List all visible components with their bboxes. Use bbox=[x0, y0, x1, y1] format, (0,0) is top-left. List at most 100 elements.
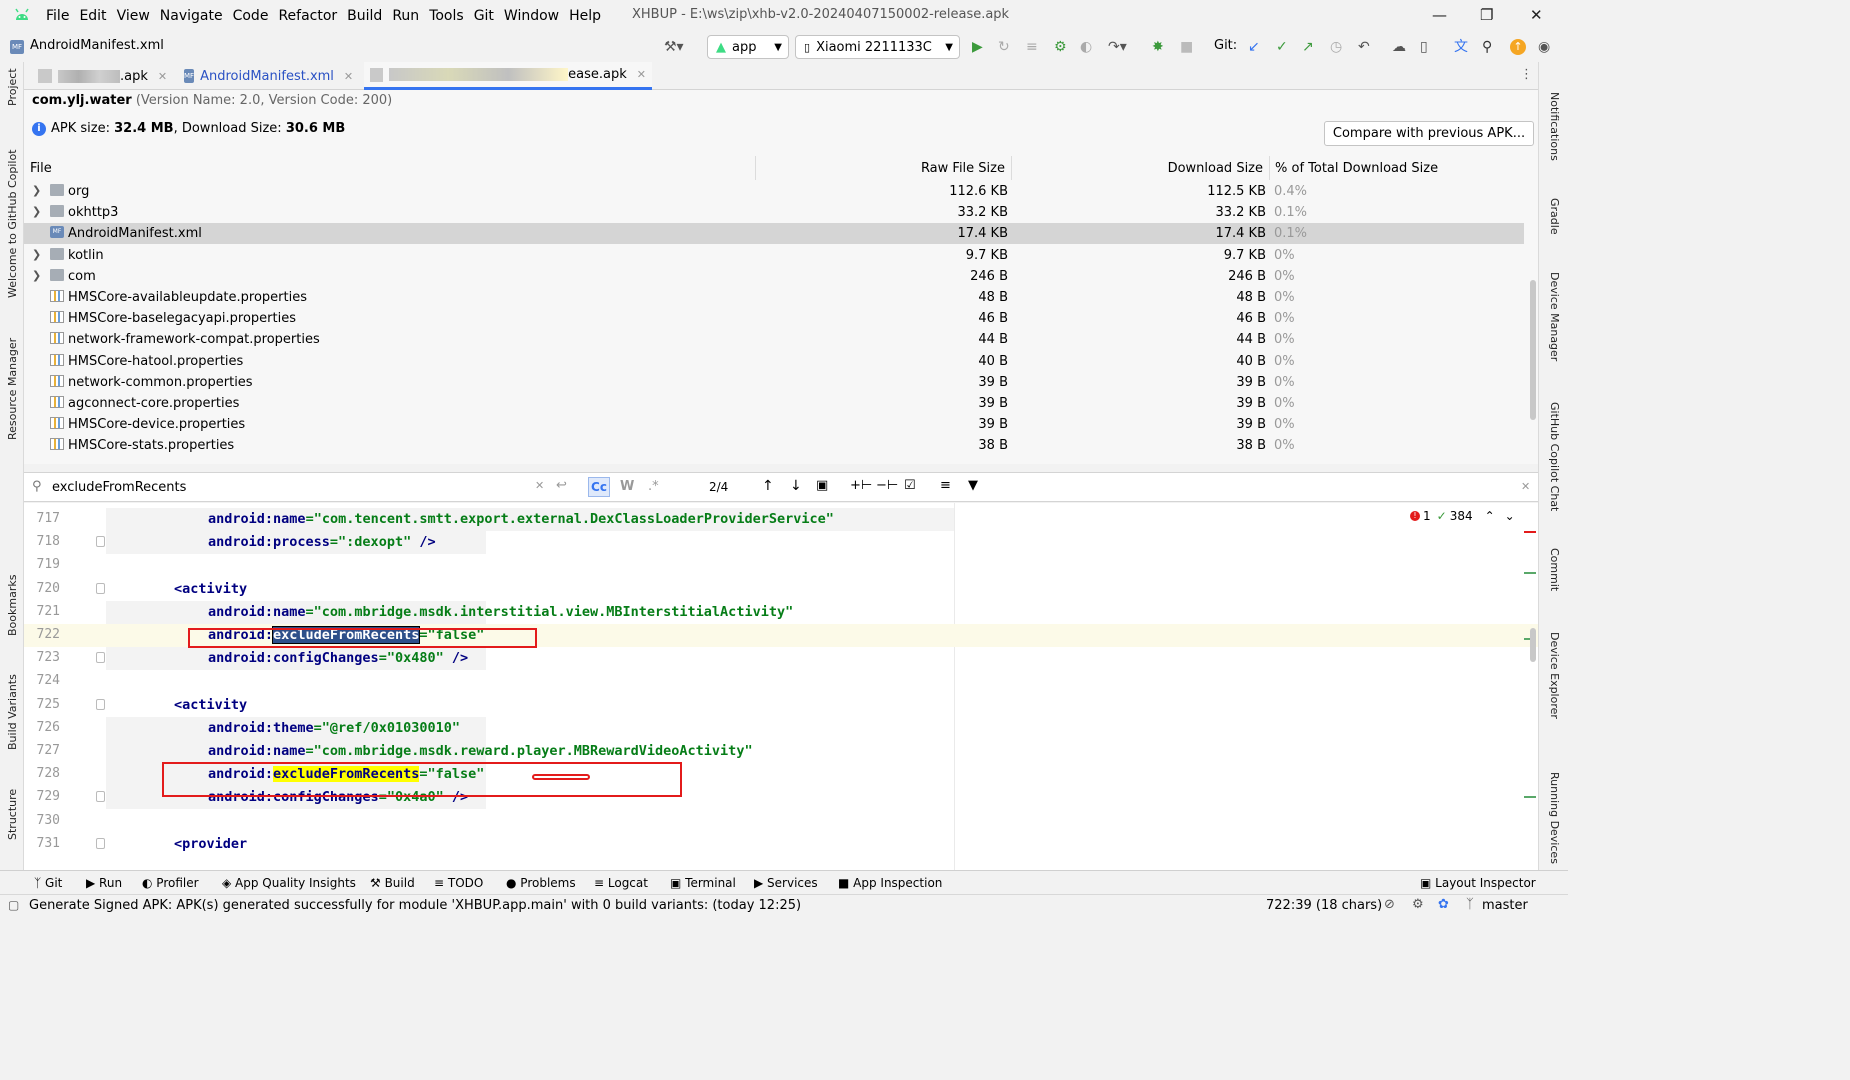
tool-welcome-copilot[interactable]: Welcome to GitHub Copilot bbox=[6, 149, 19, 298]
status-message[interactable]: Generate Signed APK: APK(s) generated su… bbox=[29, 898, 801, 913]
code-line[interactable]: 723 android:configChanges="0x480" /> bbox=[24, 647, 1538, 671]
paw-icon[interactable]: ✿ bbox=[1438, 897, 1449, 912]
menu-code[interactable]: Code bbox=[233, 8, 269, 24]
tool-services[interactable]: ▶ Services bbox=[754, 876, 818, 890]
select-all-occurrences-icon[interactable]: ☑ bbox=[904, 478, 916, 493]
menu-run[interactable]: Run bbox=[392, 8, 419, 24]
whole-word-toggle[interactable]: W bbox=[620, 479, 634, 494]
stop-icon[interactable]: ■ bbox=[1180, 39, 1193, 55]
tool-copilot-chat[interactable]: GitHub Copilot Chat bbox=[1548, 402, 1561, 511]
col-header-download[interactable]: Download Size bbox=[1012, 156, 1270, 180]
code-line[interactable]: 725 <activity bbox=[24, 694, 1538, 717]
table-row[interactable]: HMSCore-device.properties 39 B 39 B 0% bbox=[24, 414, 1524, 435]
minimize-icon[interactable]: — bbox=[1432, 6, 1447, 24]
menu-edit[interactable]: Edit bbox=[79, 8, 106, 24]
tool-project[interactable]: Project bbox=[6, 68, 19, 106]
tool-resource-manager[interactable]: Resource Manager bbox=[6, 338, 19, 440]
run-config-select[interactable]: ▲ app ▼ bbox=[707, 35, 789, 59]
editor-scrollbar[interactable] bbox=[1530, 628, 1536, 662]
col-header-file[interactable]: File bbox=[24, 156, 756, 180]
next-match-icon[interactable]: ↓ bbox=[790, 478, 802, 494]
table-row[interactable]: ❯ kotlin 9.7 KB 9.7 KB 0% bbox=[24, 245, 1524, 266]
table-row[interactable]: agconnect-core.properties 39 B 39 B 0% bbox=[24, 393, 1524, 414]
tool-bookmarks[interactable]: Bookmarks bbox=[6, 575, 19, 636]
hammer-dropdown-icon[interactable]: ⚒▾ bbox=[664, 39, 684, 55]
git-sync-icon[interactable]: ⚙ bbox=[1412, 897, 1424, 912]
readonly-lock-icon[interactable]: ⊘ bbox=[1384, 897, 1395, 912]
update-icon[interactable]: ↑ bbox=[1510, 39, 1526, 55]
tool-device-explorer[interactable]: Device Explorer bbox=[1548, 632, 1561, 719]
add-occurrence-icon[interactable]: +⊢ bbox=[850, 478, 872, 493]
close-tab-icon[interactable]: ✕ bbox=[158, 70, 167, 83]
tool-run[interactable]: ▶ Run bbox=[86, 876, 122, 890]
tool-structure[interactable]: Structure bbox=[6, 789, 19, 840]
menu-help[interactable]: Help bbox=[569, 8, 601, 24]
history-icon[interactable]: ◷ bbox=[1330, 39, 1342, 55]
tool-gradle[interactable]: Gradle bbox=[1548, 198, 1561, 235]
tool-todo[interactable]: ≡ TODO bbox=[434, 876, 483, 890]
menu-navigate[interactable]: Navigate bbox=[160, 8, 223, 24]
search-input[interactable] bbox=[52, 477, 532, 497]
menu-file[interactable]: File bbox=[46, 8, 69, 24]
table-row[interactable]: MF AndroidManifest.xml 17.4 KB 17.4 KB 0.1% bbox=[24, 223, 1524, 245]
menu-window[interactable]: Window bbox=[504, 8, 559, 24]
run-icon[interactable]: ▶ bbox=[972, 39, 983, 55]
code-line[interactable]: 724 bbox=[24, 670, 1538, 693]
tool-terminal[interactable]: ▣ Terminal bbox=[670, 876, 736, 890]
tab-apk-1[interactable]: .apk ✕ bbox=[32, 62, 174, 90]
tab-release-apk[interactable]: ease.apk ✕ bbox=[364, 62, 652, 90]
code-line[interactable]: 717 android:name="com.tencent.smtt.export… bbox=[24, 508, 1538, 531]
status-panel-icon[interactable]: ▢ bbox=[8, 898, 19, 912]
code-line[interactable]: 718 android:process=":dexopt" /> bbox=[24, 531, 1538, 555]
table-row[interactable]: network-common.properties 39 B 39 B 0% bbox=[24, 372, 1524, 393]
select-all-icon[interactable]: ▣ bbox=[816, 478, 828, 493]
col-header-raw[interactable]: Raw File Size bbox=[756, 156, 1012, 180]
tool-app-quality[interactable]: ◈ App Quality Insights bbox=[222, 876, 356, 890]
fold-marker-icon[interactable] bbox=[96, 536, 105, 548]
table-scrollbar[interactable] bbox=[1530, 280, 1536, 420]
tool-build-variants[interactable]: Build Variants bbox=[6, 674, 19, 750]
rollback-icon[interactable]: ↶ bbox=[1358, 39, 1370, 55]
device-manager-icon[interactable]: ▯ bbox=[1420, 39, 1428, 55]
table-row[interactable]: HMSCore-hatool.properties 40 B 40 B 0% bbox=[24, 351, 1524, 372]
inspection-widget[interactable]: ! 1 ✓ 384 ⌃ ⌄ bbox=[1410, 509, 1515, 523]
table-row[interactable]: HMSCore-availableupdate.properties 48 B 48… bbox=[24, 287, 1524, 308]
tool-app-inspection[interactable]: ■ App Inspection bbox=[838, 876, 942, 890]
tool-build[interactable]: ⚒ Build bbox=[370, 876, 415, 890]
profile-icon[interactable]: ◐ bbox=[1080, 39, 1092, 55]
remove-occurrence-icon[interactable]: −⊢ bbox=[876, 478, 898, 493]
caret-position[interactable]: 722:39 (18 chars) bbox=[1266, 898, 1382, 913]
git-commit-icon[interactable]: ✓ bbox=[1276, 39, 1288, 55]
rerun-icon[interactable]: ↻ bbox=[998, 39, 1010, 55]
filter-icon[interactable]: ▼ bbox=[968, 478, 978, 493]
git-push-icon[interactable]: ↗ bbox=[1302, 39, 1314, 55]
maximize-icon[interactable]: ❐ bbox=[1480, 6, 1493, 24]
code-line[interactable]: 721 android:name="com.mbridge.msdk.inters… bbox=[24, 600, 1538, 624]
new-line-icon[interactable]: ↩ bbox=[556, 478, 567, 493]
fold-marker-icon[interactable] bbox=[96, 582, 105, 594]
table-row[interactable]: ❯ org 112.6 KB 112.5 KB 0.4% bbox=[24, 181, 1524, 202]
close-search-icon[interactable]: ✕ bbox=[1521, 480, 1530, 493]
compare-apk-button[interactable]: Compare with previous APK... bbox=[1324, 121, 1534, 146]
chevron-right-icon[interactable]: ❯ bbox=[32, 248, 41, 261]
git-branch[interactable]: master bbox=[1482, 898, 1528, 913]
previous-match-icon[interactable]: ↑ bbox=[762, 478, 774, 494]
clear-search-icon[interactable]: ✕ bbox=[535, 479, 544, 492]
tool-layout-inspector[interactable]: ▣ Layout Inspector bbox=[1420, 876, 1536, 890]
code-line[interactable]: 726 android:theme="@ref/0x01030010" bbox=[24, 716, 1538, 740]
fold-marker-icon[interactable] bbox=[96, 791, 105, 803]
tool-notifications[interactable]: Notifications bbox=[1548, 92, 1561, 161]
close-icon[interactable]: ✕ bbox=[1530, 6, 1543, 24]
code-line[interactable]: 730 bbox=[24, 810, 1538, 833]
tool-commit[interactable]: Commit bbox=[1548, 548, 1561, 591]
code-editor[interactable]: 717 android:name="com.tencent.smtt.export… bbox=[24, 503, 1538, 870]
table-row[interactable]: ❯ com 246 B 246 B 0% bbox=[24, 266, 1524, 287]
table-row[interactable]: network-framework-compat.properties 44 B 4… bbox=[24, 329, 1524, 350]
next-highlight-icon[interactable]: ⌄ bbox=[1505, 509, 1515, 523]
breadcrumb[interactable]: AndroidManifest.xml bbox=[30, 38, 164, 53]
tool-logcat[interactable]: ≡ Logcat bbox=[594, 876, 648, 890]
git-update-icon[interactable]: ↙ bbox=[1248, 39, 1260, 55]
filter-options-icon[interactable]: ≡ bbox=[940, 478, 951, 493]
menu-tools[interactable]: Tools bbox=[429, 8, 464, 24]
search-icon[interactable]: ⚲ bbox=[1482, 39, 1492, 55]
